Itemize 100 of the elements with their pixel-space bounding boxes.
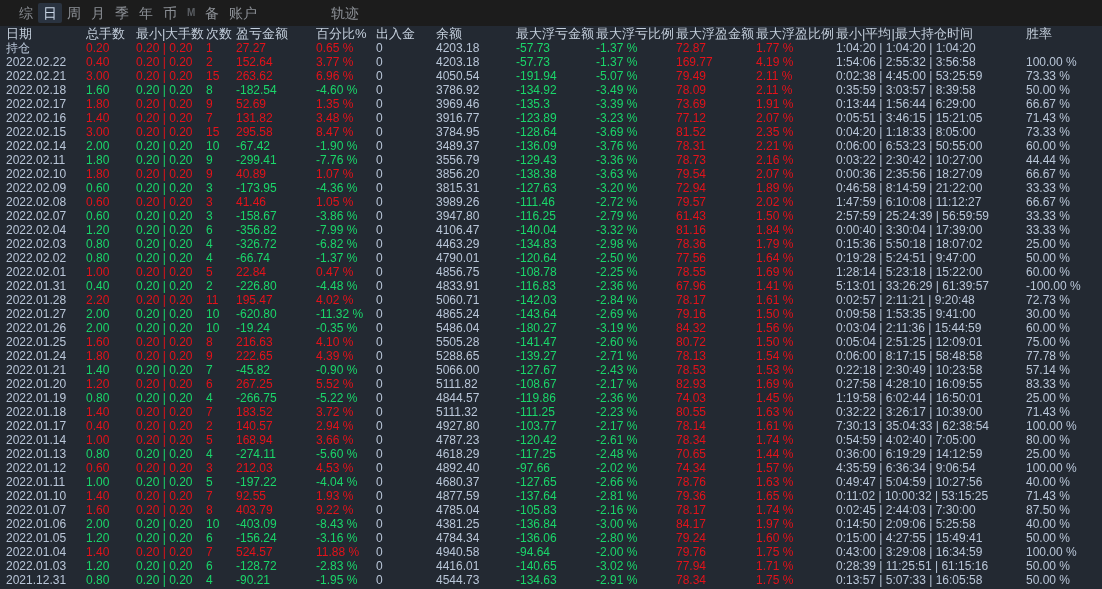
table-cell-text: 2022.01.18 [5, 405, 68, 419]
table-cell-text: -127.65 [515, 475, 558, 489]
table-cell-text: 3786.92 [435, 83, 481, 97]
table-cell-text: 2.35 % [755, 125, 795, 139]
table-cell-text: 2022.01.24 [5, 349, 68, 363]
table-cell-text: 78.14 [675, 419, 708, 433]
table-cell-text: 216.63 [235, 335, 274, 349]
table-cell-text: 77.78 % [1025, 349, 1072, 363]
table-cell-text: -111.46 [515, 195, 556, 209]
table-cell-text: 6.96 % [315, 69, 355, 83]
table-cell-text: 4544.73 [435, 573, 481, 587]
table-cell-text: 0:09:58 | 1:53:35 | 9:41:00 [835, 307, 977, 321]
table-cell-text: 33.33 % [1025, 181, 1072, 195]
table-cell-text: -0.35 % [315, 321, 359, 335]
tab[interactable]: 日 [38, 3, 62, 23]
table-cell-text: 0 [375, 251, 384, 265]
table-cell-text: 4381.25 [435, 517, 481, 531]
tab[interactable]: 年 [134, 3, 158, 23]
tab[interactable]: 综 [14, 3, 38, 23]
table-cell-text: -19.24 [235, 321, 272, 335]
table-cell-text: 2022.02.08 [5, 195, 68, 209]
table-cell-text: -100.00 % [1025, 279, 1082, 293]
table-cell-text: -1.90 % [315, 139, 359, 153]
table-cell-text: 1.60 [85, 83, 111, 97]
table-cell-text: 0.20 | 0.20 [135, 251, 194, 265]
table-cell-text: 0.20 | 0.20 [135, 433, 194, 447]
table-cell-text: 1.50 % [755, 307, 795, 321]
table-cell-text: 2022.01.21 [5, 363, 68, 377]
table-cell-text: 0.20 | 0.20 [135, 489, 194, 503]
table-cell-text: -129.43 [515, 153, 558, 167]
table-cell-text: 5066.00 [435, 363, 481, 377]
table-cell-text: 0 [375, 391, 384, 405]
table-cell-text: -3.00 % [595, 517, 639, 531]
table-cell-text: 2022.01.26 [5, 321, 68, 335]
table-cell-text: 6 [205, 559, 214, 573]
table-cell-text: 0.80 [85, 391, 111, 405]
table-cell-text: 7 [205, 489, 214, 503]
table-cell-text: 0.20 | 0.20 [135, 83, 194, 97]
table-cell-text: 4.53 % [315, 461, 355, 475]
table-cell-text: 0 [375, 419, 384, 433]
table-cell-text: 66.67 % [1025, 97, 1072, 111]
table-cell-text: 3947.80 [435, 209, 481, 223]
table-cell-text: -119.86 [515, 391, 557, 405]
table-cell-text: 0.20 | 0.20 [135, 517, 194, 531]
table-cell-text: 2022.02.11 [5, 153, 67, 167]
table-cell-text: 0.20 | 0.20 [135, 265, 194, 279]
table-cell-text: 6 [205, 223, 214, 237]
table-cell-text: -142.03 [515, 293, 558, 307]
tab[interactable]: 账户 [224, 3, 263, 23]
table-cell-text: 71.43 % [1025, 489, 1072, 503]
table-cell-text: 2022.01.12 [5, 461, 68, 475]
tab[interactable]: 周 [62, 3, 86, 23]
table-cell-text: -140.04 [515, 223, 558, 237]
table-cell-text: -94.64 [515, 545, 552, 559]
table-cell-text: 1:47:59 | 6:10:08 | 11:12:27 [835, 195, 983, 209]
table-cell-text: -3.76 % [595, 139, 639, 153]
table-cell-text: 87.50 % [1025, 503, 1072, 517]
table-cell-text: -11.32 % [315, 307, 365, 321]
tab[interactable]: 季 [110, 3, 134, 23]
table-cell-text: -117.25 [515, 447, 557, 461]
table-cell-text: 3 [205, 181, 214, 195]
table-cell-text: 60.00 % [1025, 321, 1072, 335]
table-cell-text: 7:30:13 | 35:04:33 | 62:38:54 [835, 419, 991, 433]
table-cell-text: -120.42 [515, 433, 558, 447]
table-cell-text: -620.80 [235, 307, 278, 321]
table-cell-text: 0.60 [85, 181, 111, 195]
table-cell-text: 78.34 [675, 433, 708, 447]
table-cell-text: 持仓 [5, 41, 31, 55]
table-cell-text: 4.19 % [755, 55, 795, 69]
table-cell-text: -57.73 [515, 55, 552, 69]
table-cell-text: 2.00 [85, 321, 111, 335]
table-cell-text: 9 [205, 153, 214, 167]
table-cell-text: 0.60 [85, 461, 111, 475]
table-cell-text: 0.20 | 0.20 [135, 181, 194, 195]
table-cell-text: 3.48 % [315, 111, 355, 125]
table-cell-text: -123.89 [515, 111, 558, 125]
table-cell-text: 4203.18 [435, 41, 481, 55]
tab[interactable]: 币 [158, 3, 182, 23]
table-cell-text: 0:03:04 | 2:11:36 | 15:44:59 [835, 321, 983, 335]
table-cell-text: 25.00 % [1025, 237, 1072, 251]
table-cell-text: 5:13:01 | 33:26:29 | 61:39:57 [835, 279, 991, 293]
table-cell-text: 8 [205, 335, 214, 349]
table-cell-text: 3.00 [85, 69, 111, 83]
table-cell-text: 0:15:36 | 5:50:18 | 18:07:02 [835, 237, 984, 251]
tab[interactable]: 备 [200, 3, 225, 23]
table-cell-text: 7 [205, 545, 214, 559]
table-cell-text: -191.94 [515, 69, 558, 83]
table-cell-text: 2022.02.10 [5, 167, 68, 181]
table-cell-text: 11 [205, 293, 220, 307]
tab[interactable]: 月 [86, 3, 110, 23]
table-cell-text: 0:36:00 | 6:19:29 | 14:12:59 [835, 447, 984, 461]
table-cell-text: 78.76 [675, 475, 708, 489]
table-cell-text: 40.00 % [1025, 475, 1072, 489]
table-cell-text: -143.64 [515, 307, 558, 321]
table-cell-text: 4877.59 [435, 489, 481, 503]
table-cell-text: 152.64 [235, 55, 274, 69]
table-cell-text: 100.00 % [1025, 55, 1078, 69]
table-cell-text: 78.17 [675, 503, 708, 517]
table-cell-text: 6 [205, 377, 214, 391]
tab[interactable]: 轨迹 [326, 3, 365, 23]
